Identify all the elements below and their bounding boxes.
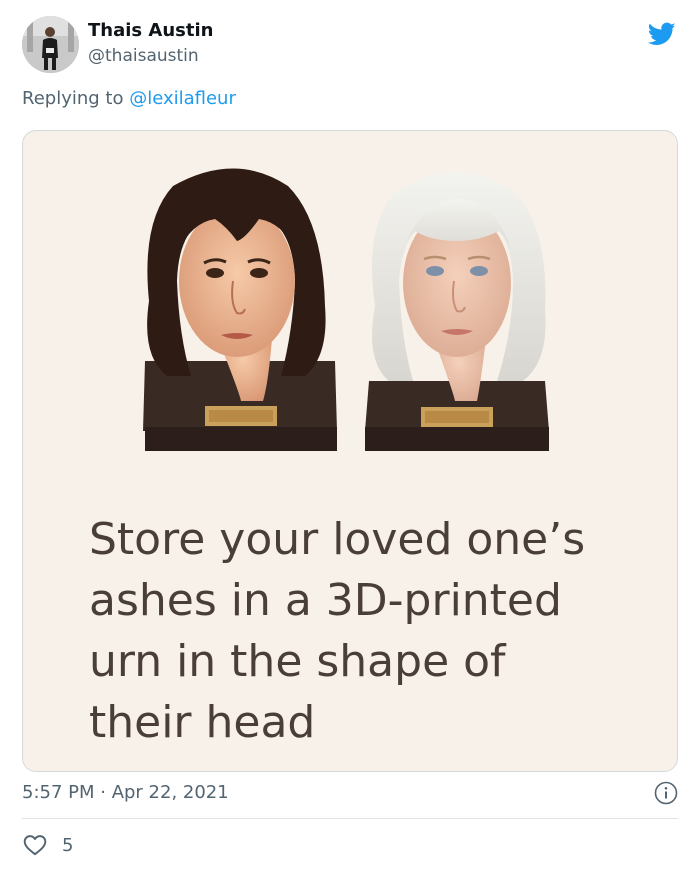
left-urn-head xyxy=(143,168,337,451)
caption-line: their head xyxy=(89,697,316,748)
reply-mention-link[interactable]: @lexilafleur xyxy=(129,88,236,109)
twitter-bird-icon[interactable] xyxy=(646,20,678,48)
like-action[interactable]: 5 xyxy=(22,832,73,858)
caption-line: urn in the shape of xyxy=(89,636,506,687)
tweet-header: Thais Austin @thaisaustin xyxy=(22,16,678,74)
media-card[interactable]: Store your loved one’s ashes in a 3D-pri… xyxy=(22,130,678,772)
divider xyxy=(22,818,678,819)
author-handle[interactable]: @thaisaustin xyxy=(88,46,199,66)
caption-line: Store your loved one’s xyxy=(89,514,586,565)
author-name[interactable]: Thais Austin xyxy=(88,20,213,41)
like-count: 5 xyxy=(62,834,74,856)
avatar-photo xyxy=(22,16,79,73)
caption-line: ashes in a 3D-printed xyxy=(89,575,562,626)
urn-heads-image xyxy=(143,168,549,451)
heart-icon[interactable] xyxy=(22,832,48,858)
media-caption: Store your loved one’s ashes in a 3D-pri… xyxy=(89,509,649,753)
avatar[interactable] xyxy=(22,16,79,73)
right-urn-head xyxy=(365,172,549,451)
reply-prefix: Replying to xyxy=(22,88,130,109)
tweet-timestamp[interactable]: 5:57 PM · Apr 22, 2021 xyxy=(22,782,229,803)
info-icon[interactable] xyxy=(654,781,678,805)
reply-context: Replying to @lexilafleur xyxy=(22,88,236,109)
